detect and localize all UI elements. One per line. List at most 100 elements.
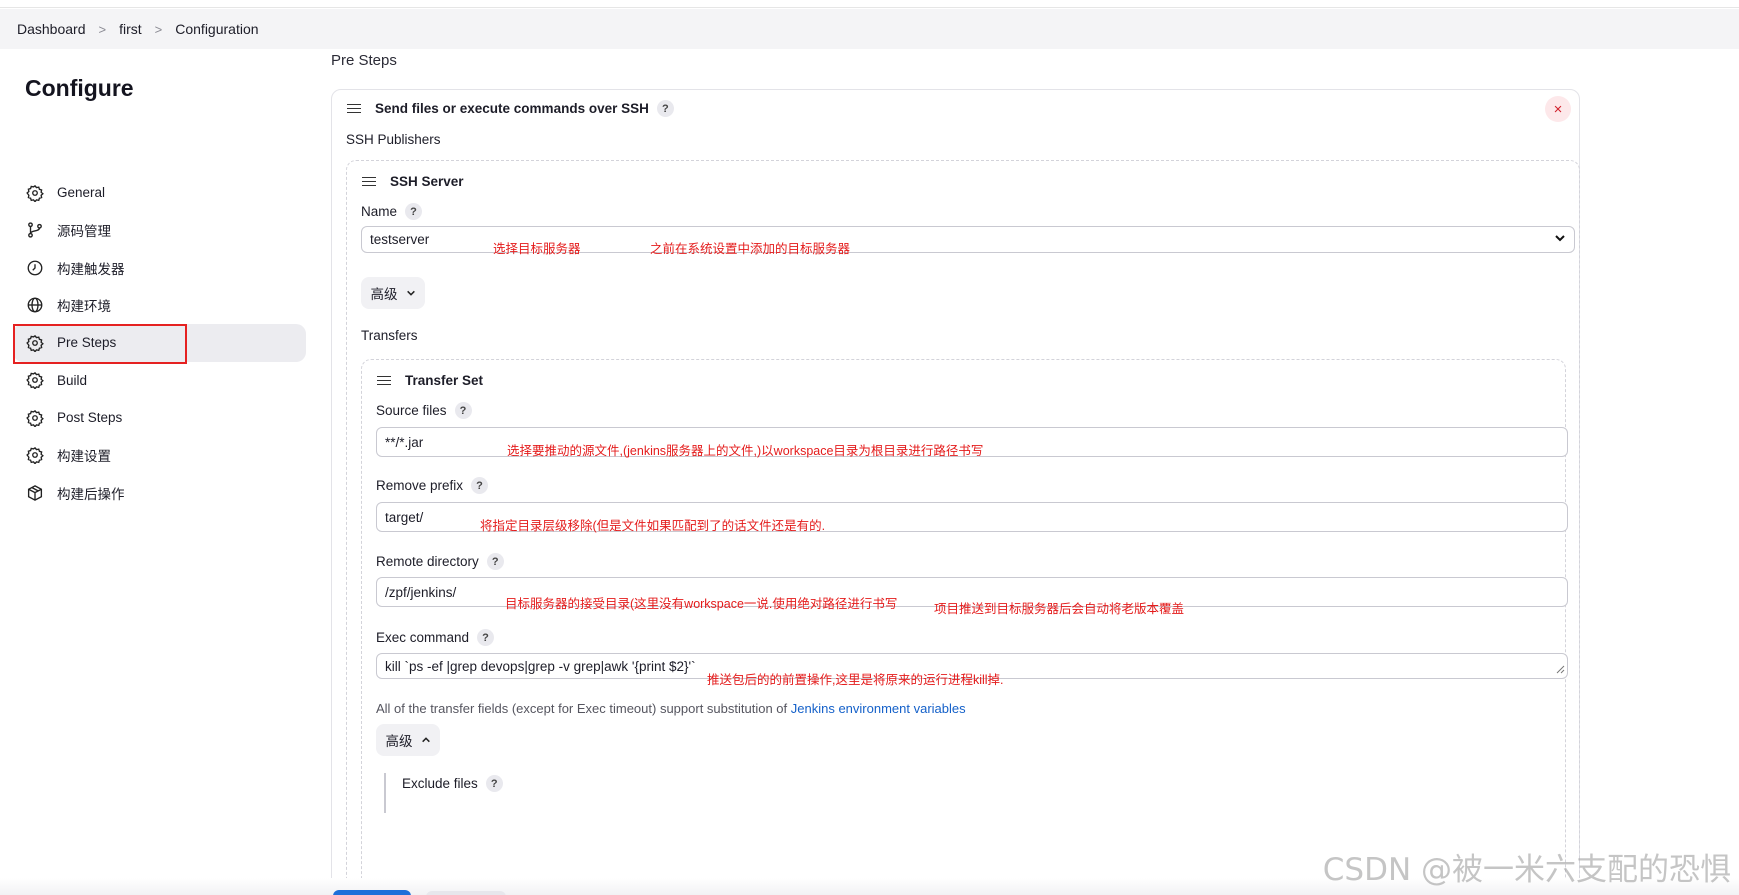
sidebar-item-label: 构建后操作 (57, 486, 125, 502)
source-files-label-text: Source files (376, 403, 447, 418)
help-icon[interactable]: ? (471, 477, 489, 494)
sidebar-item-label: Post Steps (57, 410, 123, 426)
sidebar-item-build[interactable]: Build (13, 362, 306, 400)
clock-icon (25, 258, 45, 278)
sidebar-item-build-settings[interactable]: 构建设置 (13, 437, 306, 475)
package-icon (25, 483, 45, 503)
annotation-note: 选择目标服务器 (493, 242, 581, 256)
chevron-right-icon: > (98, 21, 107, 37)
save-button[interactable] (333, 890, 411, 895)
sidebar-item-build-triggers[interactable]: 构建触发器 (13, 249, 306, 287)
globe-icon (25, 295, 45, 315)
sidebar: Configure General 源码管理 构建触发器 构建环境 Pre St… (0, 49, 320, 895)
gear-icon (25, 445, 45, 465)
source-files-label: Source files ? (376, 402, 472, 419)
hint-text: All of the transfer fields (except for E… (376, 701, 791, 716)
sidebar-item-post-steps[interactable]: Post Steps (13, 399, 306, 437)
ssh-builder-title: Send files or execute commands over SSH … (347, 100, 674, 117)
page-title: Configure (25, 75, 134, 101)
ssh-builder-card: Send files or execute commands over SSH … (331, 89, 1580, 895)
remote-directory-label: Remote directory ? (376, 553, 504, 570)
close-button[interactable]: × (1545, 96, 1571, 122)
ssh-server-card: SSH Server Name ? testserver 选择目标服务器 之前在… (346, 160, 1580, 895)
env-variables-link[interactable]: Jenkins environment variables (791, 701, 966, 716)
sidebar-item-post-build-actions[interactable]: 构建后操作 (13, 474, 306, 512)
transfer-set-title: Transfer Set (377, 373, 483, 388)
remove-prefix-value: target/ (385, 509, 424, 525)
server-name-value: testserver (370, 232, 430, 247)
breadcrumb-configuration[interactable]: Configuration (175, 21, 258, 37)
drag-handle-icon[interactable] (362, 176, 376, 187)
annotation-note: 将指定目录层级移除(但是文件如果匹配到了的话文件还是有的. (480, 519, 826, 533)
sidebar-item-label: 构建触发器 (57, 261, 125, 277)
sidebar-item-pre-steps[interactable]: Pre Steps (13, 324, 306, 364)
drag-handle-icon[interactable] (377, 375, 391, 386)
help-icon[interactable]: ? (477, 629, 495, 646)
chevron-up-icon (421, 733, 431, 748)
sidebar-item-label: 构建设置 (57, 449, 111, 465)
main-content: Pre Steps Send files or execute commands… (331, 49, 1739, 895)
advanced-label: 高级 (385, 734, 413, 749)
exec-command-label: Exec command ? (376, 629, 495, 646)
top-header-strip (0, 0, 1739, 8)
ssh-publishers-label: SSH Publishers (346, 132, 441, 147)
remove-prefix-label: Remove prefix ? (376, 477, 489, 494)
sidebar-item-label: Pre Steps (57, 335, 117, 351)
remote-directory-label-text: Remote directory (376, 554, 479, 569)
sidebar-item-general[interactable]: General (13, 174, 306, 212)
gear-icon (25, 370, 45, 390)
advanced-button[interactable]: 高级 (361, 277, 425, 309)
sidebar-item-label: 源码管理 (57, 224, 111, 240)
sidebar-item-label: General (57, 185, 106, 201)
ssh-server-title-text: SSH Server (390, 174, 464, 189)
help-icon[interactable]: ? (454, 402, 472, 419)
sidebar-item-label: Build (57, 372, 88, 388)
annotation-note: 之前在系统设置中添加的目标服务器 (650, 242, 851, 256)
section-title: Pre Steps (331, 52, 397, 69)
branch-icon (25, 220, 45, 240)
transfers-label: Transfers (361, 328, 418, 343)
breadcrumb: Dashboard > first > Configuration (0, 9, 1739, 49)
gear-icon (25, 183, 45, 203)
remote-directory-value: /zpf/jenkins/ (385, 584, 457, 600)
help-icon[interactable]: ? (656, 100, 674, 117)
help-icon[interactable]: ? (486, 553, 504, 570)
sidebar-item-build-environment[interactable]: 构建环境 (13, 287, 306, 325)
remove-prefix-label-text: Remove prefix (376, 478, 464, 493)
chevron-right-icon: > (154, 21, 163, 37)
exclude-files-label: Exclude files ? (402, 775, 503, 792)
sidebar-item-label: 构建环境 (57, 299, 111, 315)
gear-icon (25, 333, 45, 353)
breadcrumb-dashboard[interactable]: Dashboard (17, 21, 86, 37)
help-icon[interactable]: ? (405, 203, 423, 220)
transfer-fields-hint: All of the transfer fields (except for E… (376, 701, 966, 716)
name-field-label: Name ? (361, 203, 423, 220)
annotation-note: 推送包后的的前置操作,这里是将原来的运行进程kill掉. (707, 673, 1004, 687)
annotation-note: 项目推送到目标服务器后会自动将老版本覆盖 (934, 602, 1185, 616)
name-label-text: Name (361, 204, 398, 219)
transfer-set-card: Transfer Set Source files ? **/*.jar 选择要… (361, 359, 1568, 895)
exec-command-value: kill `ps -ef |grep devops|grep -v grep|a… (385, 658, 696, 674)
source-files-value: **/*.jar (385, 434, 424, 450)
advanced-label: 高级 (370, 287, 398, 302)
help-icon[interactable]: ? (485, 775, 503, 792)
annotation-note: 选择要推动的源文件,(jenkins服务器上的文件,)以workspace目录为… (507, 444, 984, 458)
transfer-set-title-text: Transfer Set (405, 373, 484, 388)
apply-button[interactable] (426, 891, 506, 895)
drag-handle-icon[interactable] (347, 103, 361, 114)
chevron-down-icon (1554, 232, 1566, 247)
ssh-builder-title-text: Send files or execute commands over SSH (375, 101, 649, 116)
resize-handle-icon[interactable] (1556, 662, 1565, 677)
ssh-server-title: SSH Server (362, 174, 464, 189)
exec-command-label-text: Exec command (376, 630, 470, 645)
annotation-note: 目标服务器的接受目录(这里没有workspace一说.使用绝对路径进行书写 (505, 597, 898, 611)
exclude-files-label-text: Exclude files (402, 776, 478, 791)
breadcrumb-first[interactable]: first (119, 21, 142, 37)
chevron-down-icon (406, 286, 416, 301)
watermark: CSDN @被一米六支配的恐惧 (1322, 852, 1731, 888)
advanced-section-divider (384, 773, 386, 813)
sidebar-item-source-control[interactable]: 源码管理 (13, 212, 306, 250)
sidebar-nav: General 源码管理 构建触发器 构建环境 Pre Steps Build … (13, 174, 306, 512)
advanced-button[interactable]: 高级 (376, 724, 440, 756)
gear-icon (25, 408, 45, 428)
